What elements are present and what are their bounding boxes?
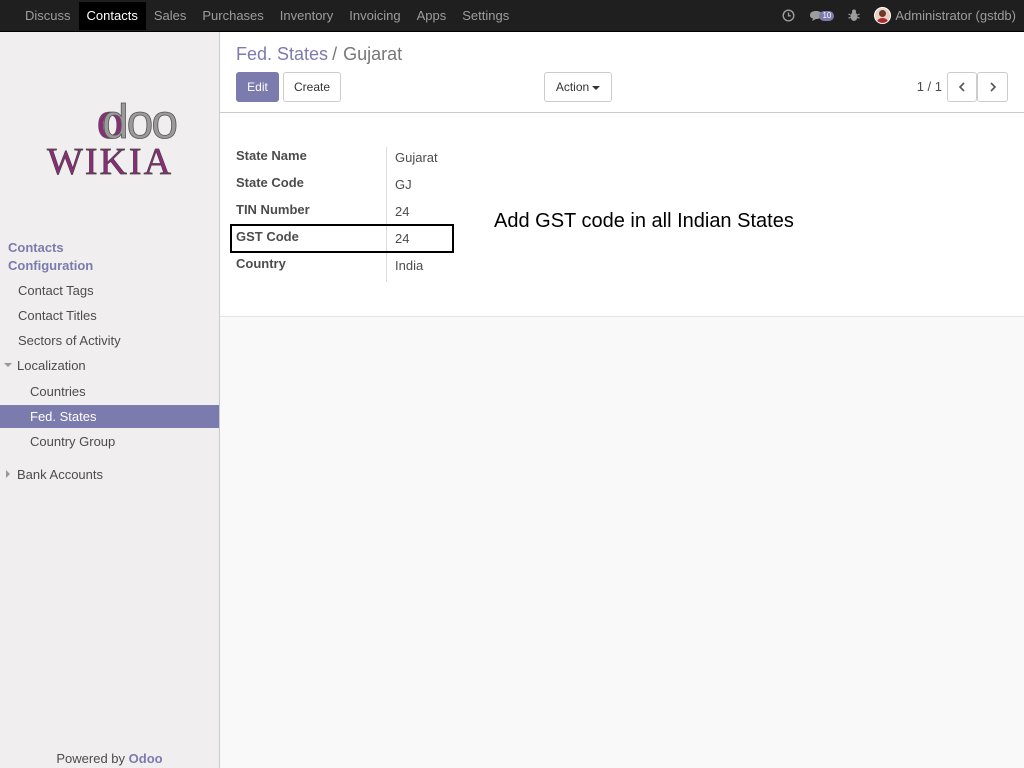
powered-by: Powered by Odoo: [56, 751, 163, 766]
gst-code-highlight-box: [230, 224, 454, 253]
svg-text:WIKIA: WIKIA: [47, 141, 173, 183]
field-label-tin-number: TIN Number: [236, 202, 310, 217]
messages-icon[interactable]: 10: [809, 10, 835, 22]
caret-right-icon: [6, 470, 10, 478]
breadcrumb: Fed. States / Gujarat: [236, 44, 402, 65]
menu-invoicing[interactable]: Invoicing: [341, 2, 408, 30]
activity-clock-icon[interactable]: [782, 9, 795, 22]
sidebar-item-countries[interactable]: Countries: [0, 380, 219, 403]
systray: 10 Administrator (gstdb): [768, 0, 1016, 31]
sidebar-item-bank-accounts[interactable]: Bank Accounts: [0, 463, 219, 486]
menu-purchases[interactable]: Purchases: [194, 2, 271, 30]
user-avatar: [874, 7, 892, 24]
action-dropdown[interactable]: Action: [544, 72, 612, 102]
breadcrumb-separator: /: [332, 44, 338, 64]
company-logo: o doo WIKIA: [47, 96, 179, 184]
debug-bug-icon[interactable]: [848, 9, 861, 22]
field-value-tin-number: 24: [395, 204, 410, 219]
pager-next-button[interactable]: [977, 72, 1008, 102]
field-label-state-code: State Code: [236, 175, 304, 190]
sidebar-section-contacts[interactable]: Contacts: [8, 240, 64, 255]
chevron-left-icon: [958, 82, 965, 92]
menu-sales[interactable]: Sales: [146, 2, 195, 30]
breadcrumb-fed-states[interactable]: Fed. States: [236, 44, 328, 64]
sidebar-item-localization[interactable]: Localization: [0, 354, 219, 377]
sidebar-item-country-group[interactable]: Country Group: [0, 430, 219, 453]
field-divider: [386, 147, 387, 282]
menu-inventory[interactable]: Inventory: [272, 2, 341, 30]
sidebar: o doo WIKIA Contacts Configuration Conta…: [0, 32, 220, 768]
menu-apps[interactable]: Apps: [409, 2, 455, 30]
field-value-state-code: GJ: [395, 177, 412, 192]
edit-button[interactable]: Edit: [236, 72, 279, 102]
breadcrumb-current: Gujarat: [343, 44, 403, 64]
main-content: Fed. States / Gujarat Edit Create Action 1…: [220, 32, 1024, 768]
caret-down-icon: [592, 85, 601, 90]
user-menu[interactable]: Administrator (gstdb): [874, 7, 1016, 24]
sidebar-item-contact-tags[interactable]: Contact Tags: [0, 279, 219, 302]
field-value-state-name: Gujarat: [395, 150, 438, 165]
create-button[interactable]: Create: [283, 72, 341, 102]
caret-down-icon: [4, 363, 12, 367]
messages-count-badge: 10: [819, 10, 835, 21]
sidebar-item-contact-titles[interactable]: Contact Titles: [0, 304, 219, 327]
pager-value[interactable]: 1 / 1: [917, 79, 942, 94]
form-sheet: State Name Gujarat State Code GJ TIN Num…: [220, 113, 1024, 317]
control-panel: Fed. States / Gujarat Edit Create Action 1…: [220, 32, 1024, 113]
menu-settings[interactable]: Settings: [454, 2, 517, 30]
user-name: Administrator (gstdb): [895, 8, 1016, 23]
field-label-state-name: State Name: [236, 148, 307, 163]
powered-by-odoo-link[interactable]: Odoo: [129, 751, 163, 766]
field-label-country: Country: [236, 256, 286, 271]
chevron-right-icon: [989, 82, 996, 92]
sidebar-item-fed-states[interactable]: Fed. States: [0, 405, 219, 428]
sidebar-section-configuration[interactable]: Configuration: [8, 258, 93, 273]
pager-previous-button[interactable]: [947, 72, 977, 102]
menu-discuss[interactable]: Discuss: [17, 2, 79, 30]
top-navbar: Discuss Contacts Sales Purchases Invento…: [0, 0, 1024, 32]
annotation-text: Add GST code in all Indian States: [494, 210, 794, 232]
menu-contacts[interactable]: Contacts: [78, 2, 146, 30]
app-menu: Discuss Contacts Sales Purchases Invento…: [17, 0, 517, 31]
sidebar-item-sectors-of-activity[interactable]: Sectors of Activity: [0, 329, 219, 352]
field-value-country[interactable]: India: [395, 258, 423, 273]
